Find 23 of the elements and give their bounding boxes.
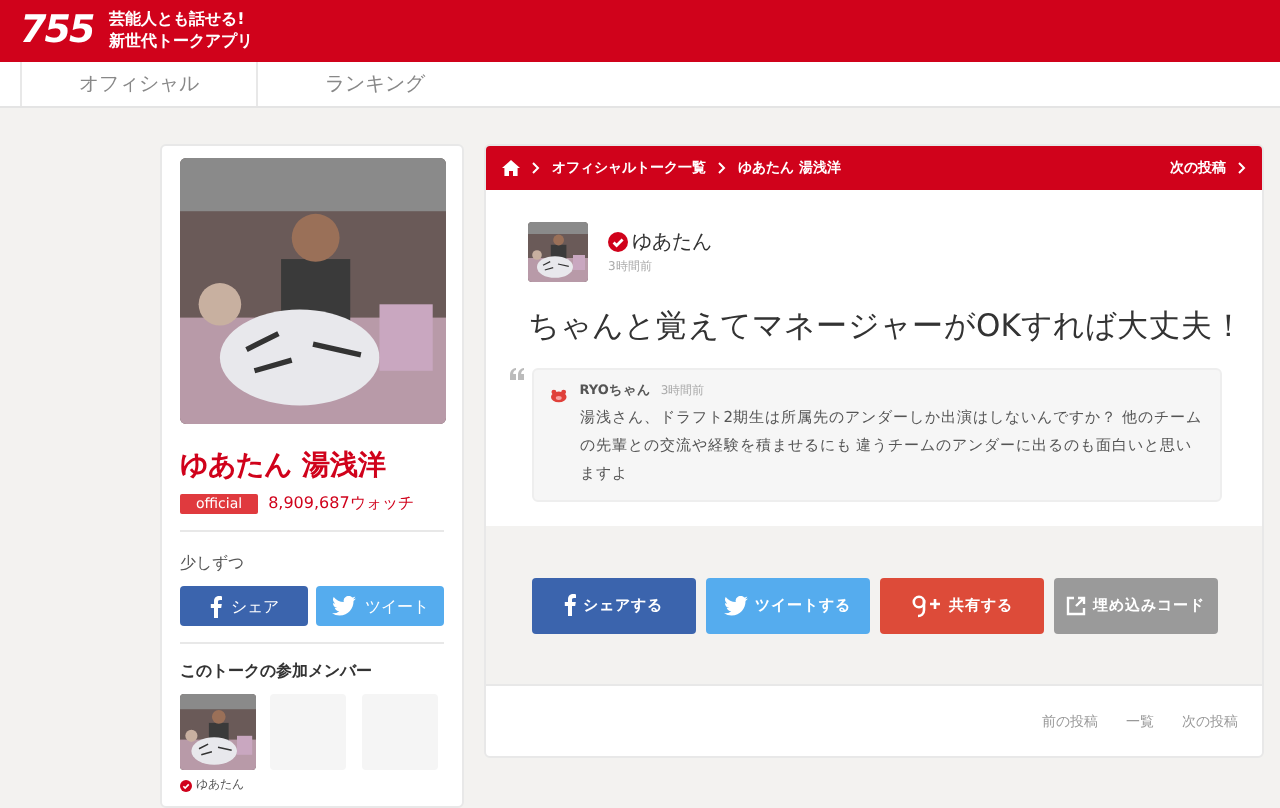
bird-icon [331,596,355,616]
google-plus-icon [909,593,941,617]
tagline: 芸能人とも話せる! 新世代トークアプリ [109,8,254,53]
post-text: ちゃんと覚えてマネージャーがOKすれば大丈夫！ [526,306,1247,348]
share-button[interactable]: シェア [180,586,308,626]
author-name: ゆあたん [632,230,712,256]
facebook-icon [563,594,575,616]
bird-icon [723,595,747,615]
chevron-icon [1238,162,1246,174]
share-button[interactable]: ツイート [316,586,444,626]
nav-tab[interactable]: ランキング [256,61,492,106]
profile-bio: 少しずつ [180,552,246,574]
chevron-icon [532,162,540,174]
profile-name: ゆあたん 湯浅洋 [180,448,388,484]
home-icon[interactable] [502,160,520,176]
facebook-icon [209,595,221,617]
external-link-icon [1065,595,1085,615]
quote-icon [510,368,524,380]
nav-tab[interactable]: オフィシャル [20,61,256,106]
members-title: このトークの参加メンバー [180,660,374,682]
logo[interactable]: 755 [20,8,94,53]
watch-count: 8,909,687ウォッチ [268,492,414,514]
chevron-icon [718,162,726,174]
